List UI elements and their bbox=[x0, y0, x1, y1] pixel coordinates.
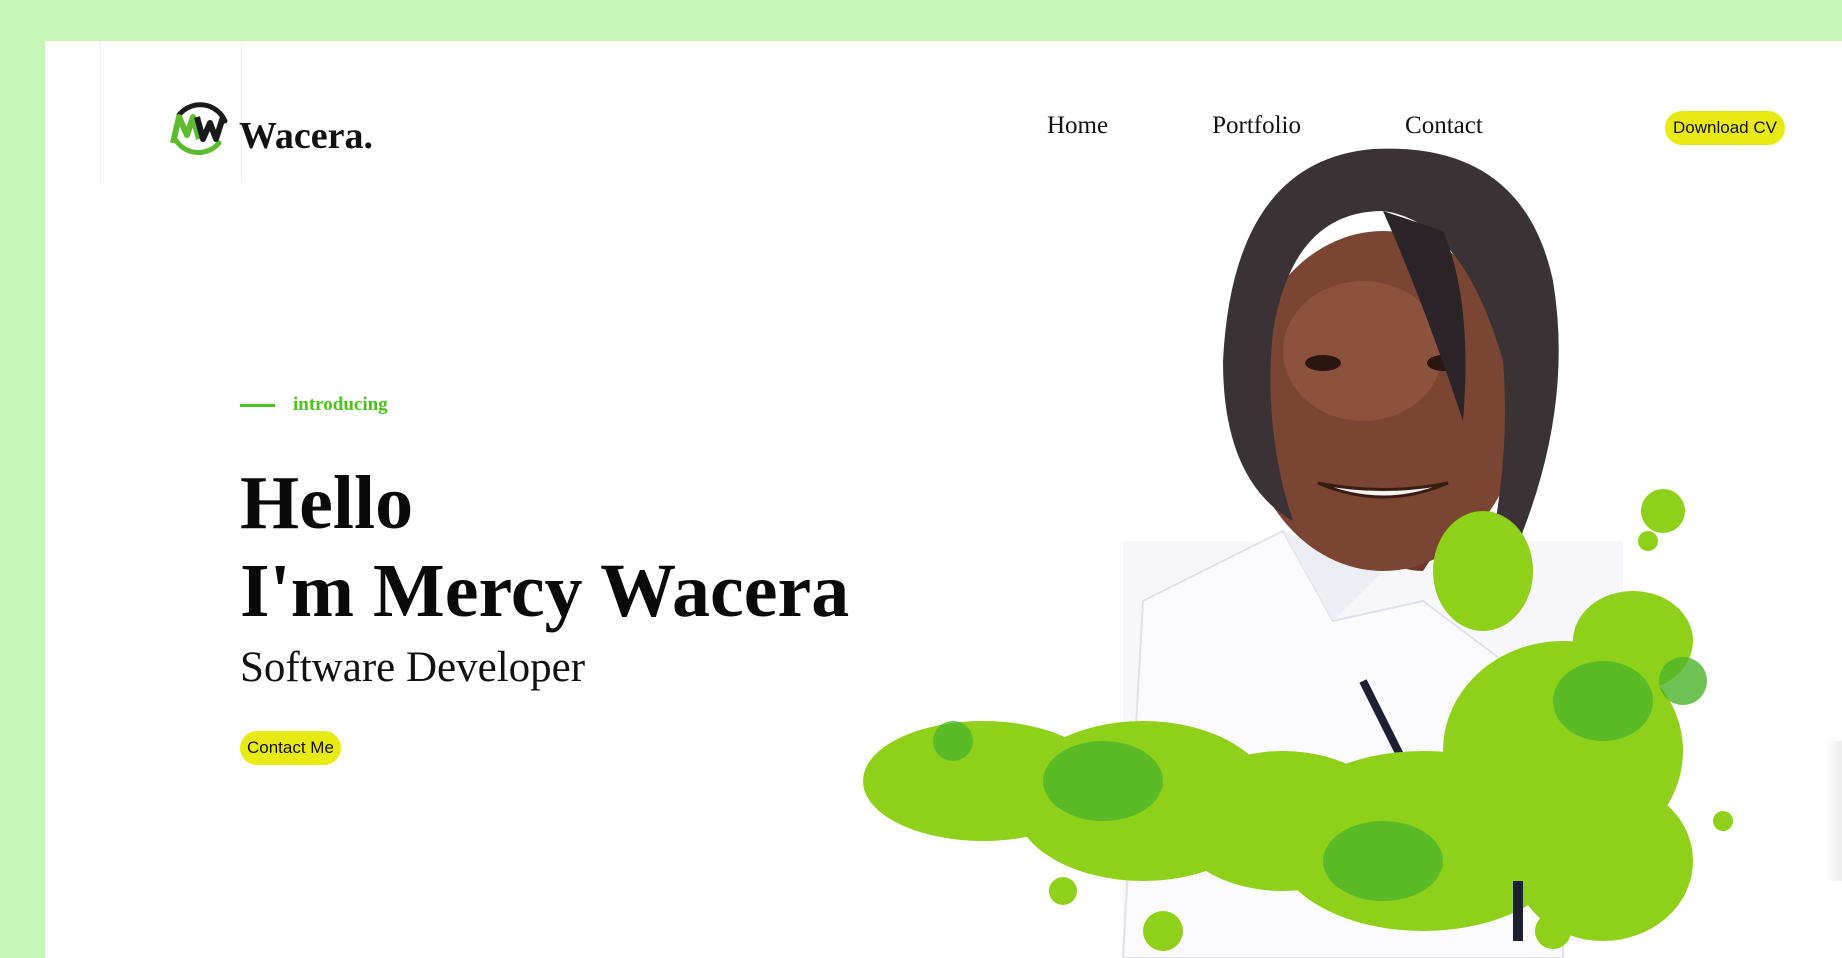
mw-logo-icon bbox=[165, 95, 231, 161]
role-subtitle: Software Developer bbox=[240, 644, 586, 691]
intro-text: introducing bbox=[293, 394, 388, 415]
portrait-photo bbox=[863, 101, 1763, 958]
scroll-edge-shadow bbox=[1826, 741, 1842, 881]
intro-label: introducing bbox=[240, 394, 388, 416]
greeting-line-2: I'm Mercy Wacera bbox=[240, 549, 850, 633]
greeting-line-1: Hello bbox=[240, 461, 414, 545]
page-container: Wacera. Home Portfolio Contact Download … bbox=[45, 41, 1842, 958]
contact-me-button[interactable]: Contact Me bbox=[240, 731, 341, 765]
hero-headline: Hello I'm Mercy Wacera bbox=[240, 459, 849, 635]
brand-name: Wacera. bbox=[239, 115, 374, 157]
divider-line bbox=[100, 41, 101, 183]
intro-accent-line bbox=[240, 403, 275, 407]
brand-logo[interactable]: Wacera. bbox=[165, 95, 373, 161]
